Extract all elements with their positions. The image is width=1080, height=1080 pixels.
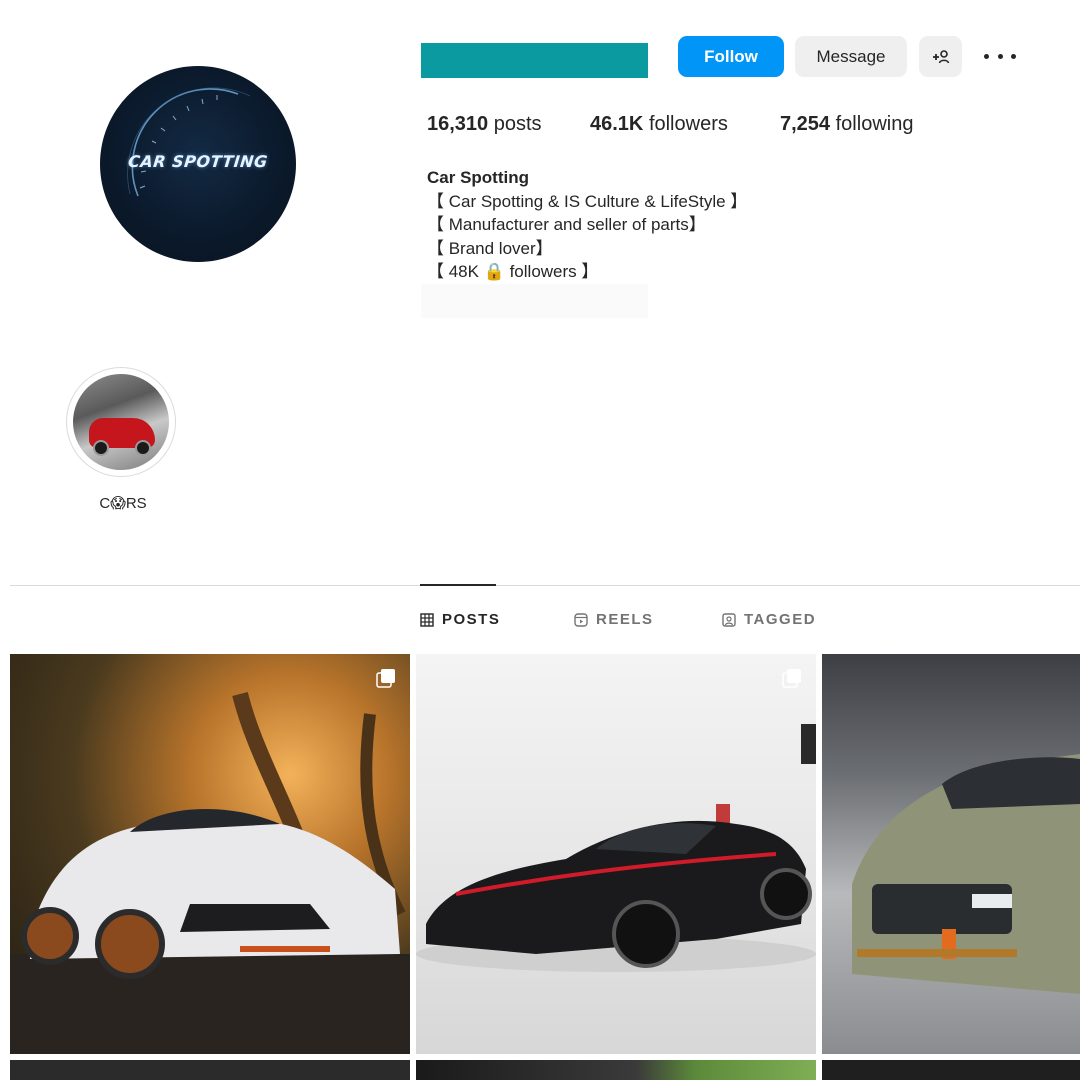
- posts-label: posts: [493, 113, 542, 135]
- bio-line: 【 48K 🔒 followers 】: [427, 262, 599, 281]
- multiple-posts-icon: [782, 669, 801, 688]
- more-options-icon[interactable]: [984, 44, 1016, 68]
- post-thumbnail[interactable]: [416, 654, 816, 1054]
- tab-posts[interactable]: POSTS: [420, 611, 500, 628]
- avatar-label: CAR SPOTTING: [127, 152, 269, 171]
- bio-line: 【 Brand lover】: [427, 238, 553, 258]
- following-stat[interactable]: 7,254 following: [780, 113, 913, 136]
- tab-label: POSTS: [442, 611, 501, 628]
- tab-reels[interactable]: REELS: [574, 611, 654, 628]
- username-block: [421, 43, 648, 78]
- message-button[interactable]: Message: [795, 36, 907, 77]
- post-thumbnail[interactable]: [10, 654, 410, 1054]
- wheel-shape: [135, 440, 151, 456]
- posts-count: 16,310: [427, 113, 489, 135]
- profile-avatar[interactable]: CAR SPOTTING: [100, 66, 296, 262]
- highlight-thumbnail: [73, 374, 169, 470]
- bio-line: 【 Manufacturer and seller of parts】: [427, 215, 706, 234]
- tab-tagged[interactable]: TAGGED: [722, 611, 816, 628]
- wheel-shape: [93, 440, 109, 456]
- active-tab-indicator: [420, 584, 496, 586]
- bio-line: 【 Car Spotting & IS Culture & LifeStyle …: [427, 191, 748, 211]
- bio-title: Car Spotting: [427, 168, 529, 187]
- reels-icon: [574, 612, 588, 627]
- followers-label: followers: [648, 113, 728, 135]
- grid-icon: [420, 612, 434, 627]
- story-highlight[interactable]: [66, 367, 176, 477]
- multiple-posts-icon: [376, 669, 395, 688]
- following-count: 7,254: [780, 113, 831, 135]
- profile-bio: Car Spotting 【 Car Spotting & IS Culture…: [427, 166, 747, 284]
- post-thumbnail[interactable]: [822, 654, 1080, 1054]
- posts-stat: 16,310 posts: [427, 113, 542, 136]
- bio-link-placeholder: [421, 284, 648, 318]
- green-tuned-car-image: [852, 754, 1080, 994]
- follow-button[interactable]: Follow: [678, 36, 784, 77]
- add-user-icon: [932, 49, 949, 63]
- followers-count: 46.1K: [590, 113, 644, 135]
- tagged-icon: [722, 612, 736, 627]
- tab-label: TAGGED: [744, 611, 817, 628]
- suggested-users-button[interactable]: [919, 36, 962, 77]
- black-hypercar-image: [416, 724, 816, 972]
- post-thumbnail[interactable]: [822, 1060, 1080, 1080]
- highlight-label: C😱RS: [99, 495, 147, 512]
- tabs-divider: [10, 585, 1080, 586]
- post-thumbnail[interactable]: [10, 1060, 410, 1080]
- following-label: following: [835, 113, 914, 135]
- white-sports-car-image: [10, 692, 410, 1054]
- post-thumbnail[interactable]: [416, 1060, 816, 1080]
- tab-label: REELS: [596, 611, 654, 628]
- followers-stat[interactable]: 46.1K followers: [590, 113, 728, 136]
